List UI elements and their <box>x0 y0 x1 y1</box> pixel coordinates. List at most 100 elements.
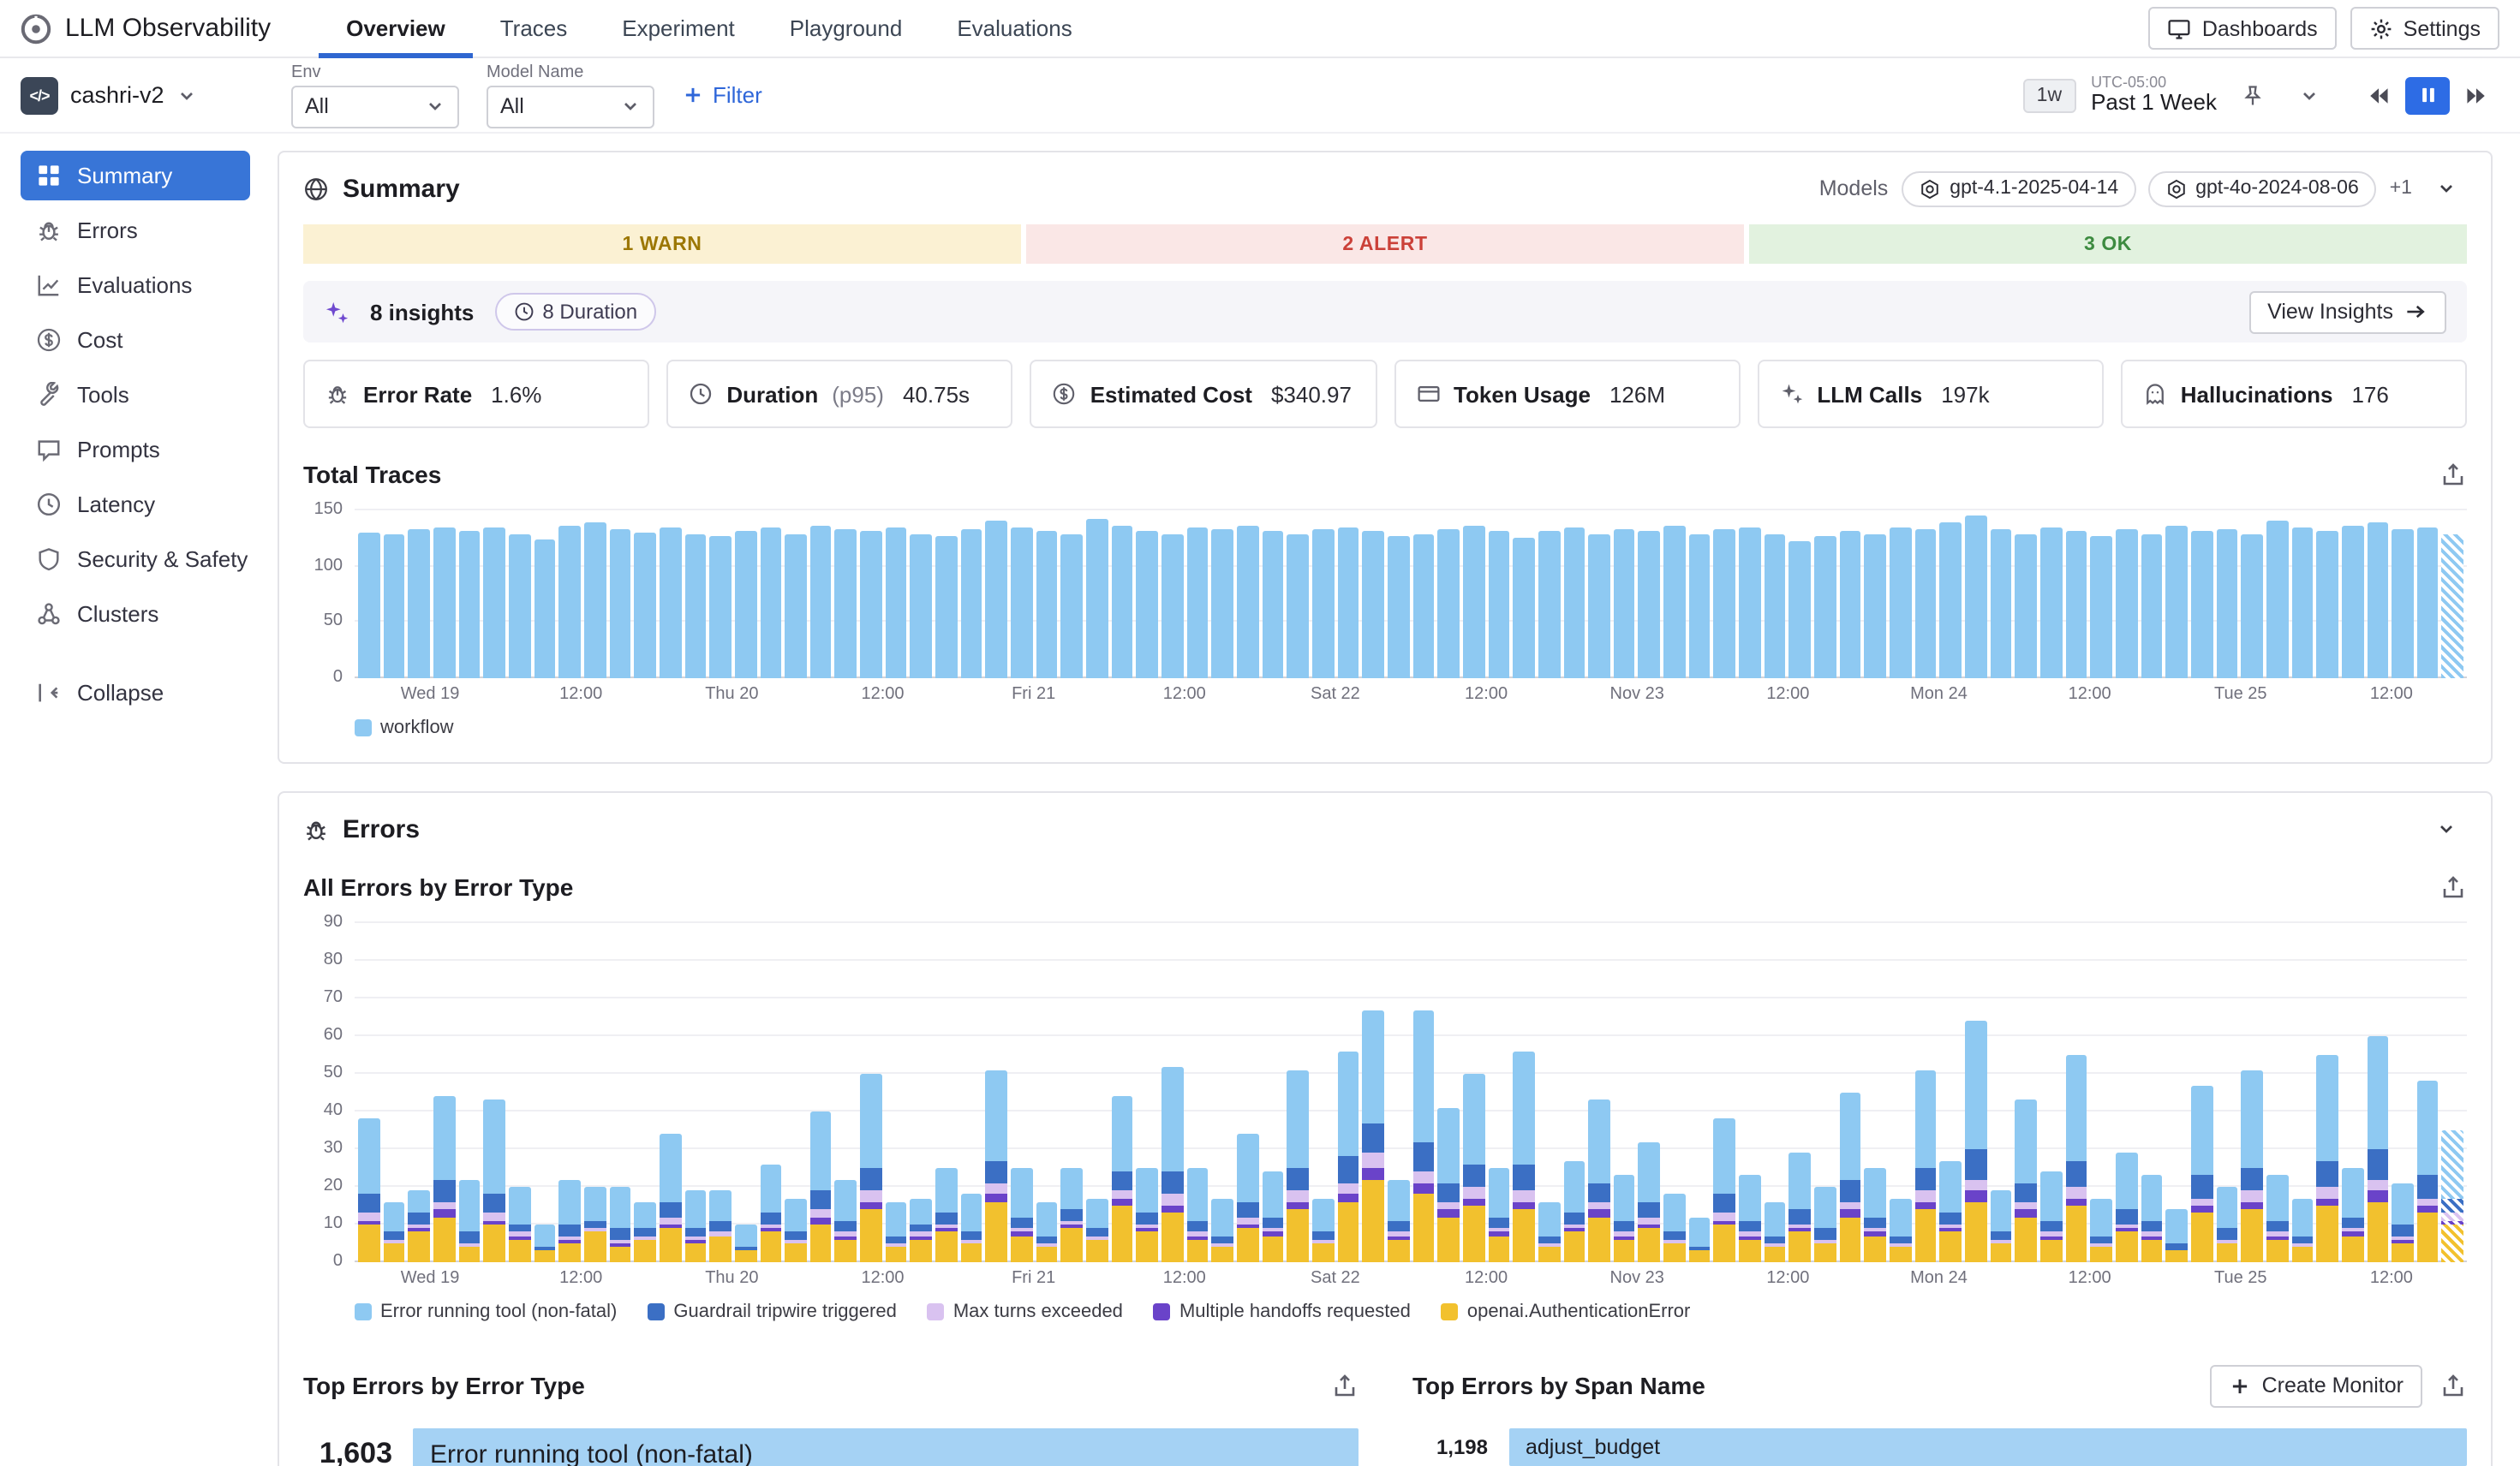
chart-bar[interactable] <box>1463 1074 1484 1262</box>
tab-traces[interactable]: Traces <box>473 0 595 57</box>
chart-bar[interactable] <box>1186 1168 1208 1262</box>
chart-bar[interactable] <box>760 1165 781 1262</box>
chart-bar[interactable] <box>1839 1093 1860 1262</box>
chart-bar[interactable] <box>634 533 655 678</box>
chart-bar[interactable] <box>2091 536 2112 678</box>
chart-bar[interactable] <box>709 536 731 678</box>
chart-bar[interactable] <box>2241 1070 2262 1262</box>
chart-bar[interactable] <box>1639 532 1660 678</box>
chart-bar[interactable] <box>1563 1160 1585 1262</box>
chart-bar[interactable] <box>534 1225 555 1262</box>
chart-bar[interactable] <box>1111 1096 1132 1262</box>
chart-bar[interactable] <box>1965 516 1986 678</box>
chart-bar[interactable] <box>634 1202 655 1262</box>
sidebar-item-errors[interactable]: Errors <box>21 206 250 255</box>
chart-bar[interactable] <box>1262 1172 1283 1263</box>
chart-bar[interactable] <box>2065 532 2087 678</box>
chart-bar[interactable] <box>1538 532 1560 678</box>
chart-bar[interactable] <box>911 1198 932 1262</box>
chart-bar[interactable] <box>1488 532 1509 678</box>
chart-bar[interactable] <box>2141 533 2162 678</box>
chart-bar[interactable] <box>1865 1168 1886 1262</box>
status-segment-1-warn[interactable]: 1 WARN <box>303 224 1021 264</box>
chart-bar[interactable] <box>1437 529 1459 678</box>
chart-bar[interactable] <box>1563 527 1585 678</box>
chart-bar[interactable] <box>1765 533 1786 678</box>
legend-item-multiple-handoffs-requested[interactable]: Multiple handoffs requested <box>1154 1302 1411 1322</box>
top-error-row[interactable]: 1,603Error running tool (non-fatal) <box>303 1428 1358 1466</box>
chart-bar[interactable] <box>2216 1187 2237 1262</box>
tab-overview[interactable]: Overview <box>319 0 473 57</box>
chart-bar[interactable] <box>458 532 480 678</box>
chart-bar[interactable] <box>1890 527 1911 678</box>
sidebar-item-cost[interactable]: Cost <box>21 315 250 365</box>
chart-bar[interactable] <box>1262 532 1283 678</box>
chart-bar[interactable] <box>911 533 932 678</box>
chart-bar[interactable] <box>709 1190 731 1262</box>
chart-bar[interactable] <box>484 528 505 678</box>
chart-bar[interactable] <box>1689 1217 1711 1262</box>
chart-bar[interactable] <box>1689 533 1711 678</box>
chart-bar[interactable] <box>1814 1187 1836 1262</box>
chart-bar[interactable] <box>509 1187 530 1262</box>
chart-bar[interactable] <box>1312 1198 1334 1262</box>
range-badge[interactable]: 1w <box>2023 78 2075 112</box>
rewind-button[interactable] <box>2356 76 2400 114</box>
chart-bar[interactable] <box>760 528 781 678</box>
chart-bar[interactable] <box>735 1225 756 1262</box>
chart-bar[interactable] <box>2342 525 2363 678</box>
chart-bar[interactable] <box>660 528 681 678</box>
metric-card-hallucinations[interactable]: Hallucinations176 <box>2121 360 2467 428</box>
chart-bar[interactable] <box>1914 1070 1936 1262</box>
create-monitor-button[interactable]: Create Monitor <box>2211 1364 2422 1407</box>
chart-bar[interactable] <box>409 1191 430 1263</box>
chart-bar[interactable] <box>1011 1168 1032 1262</box>
chart-bar[interactable] <box>684 535 706 678</box>
chart-bar[interactable] <box>2040 1172 2062 1263</box>
chart-bar[interactable] <box>660 1134 681 1262</box>
chart-bar[interactable] <box>2417 527 2439 678</box>
add-filter-button[interactable]: Filter <box>682 82 762 108</box>
chart-bar[interactable] <box>1714 1119 1735 1262</box>
model-pill-gpt-4-1-2025-04-14[interactable]: gpt-4.1-2025-04-14 <box>1902 170 2135 206</box>
model-name-select[interactable]: All <box>487 85 654 128</box>
chart-bar[interactable] <box>2241 533 2262 678</box>
chart-bar[interactable] <box>2392 529 2413 678</box>
chart-bar[interactable] <box>1312 529 1334 678</box>
chart-bar[interactable] <box>509 533 530 678</box>
chart-bar[interactable] <box>1287 1070 1309 1262</box>
chart-bar[interactable] <box>2166 1209 2188 1262</box>
export-button[interactable] <box>2439 873 2467 901</box>
chart-bar[interactable] <box>1588 533 1609 678</box>
chart-bar[interactable] <box>1914 529 1936 678</box>
models-more[interactable]: +1 <box>2390 178 2412 199</box>
chart-bar[interactable] <box>785 533 806 678</box>
chart-bar[interactable] <box>1714 529 1735 678</box>
chart-bar[interactable] <box>1412 1010 1434 1262</box>
chart-bar[interactable] <box>1186 527 1208 678</box>
chart-bar[interactable] <box>2316 532 2338 678</box>
chart-bar[interactable] <box>1388 1179 1409 1262</box>
model-pill-gpt-4o-2024-08-06[interactable]: gpt-4o-2024-08-06 <box>2147 170 2376 206</box>
chart-bar[interactable] <box>835 529 857 678</box>
chart-bar[interactable] <box>609 529 630 678</box>
sidebar-item-evaluations[interactable]: Evaluations <box>21 260 250 310</box>
chart-bar[interactable] <box>1161 1066 1183 1262</box>
chart-bar[interactable] <box>1663 1195 1685 1262</box>
chart-bar[interactable] <box>584 521 606 678</box>
chart-bar[interactable] <box>2065 1055 2087 1262</box>
chart-bar[interactable] <box>1739 527 1760 678</box>
chart-bar[interactable] <box>1212 529 1233 678</box>
chart-bar[interactable] <box>2392 1183 2413 1262</box>
chart-bar[interactable] <box>2116 1153 2137 1262</box>
chart-bar[interactable] <box>2417 1082 2439 1262</box>
chart-bar[interactable] <box>1890 1198 1911 1262</box>
chart-bar[interactable] <box>986 521 1007 678</box>
chart-bar[interactable] <box>1287 533 1309 678</box>
project-selector[interactable]: </> cashri-v2 <box>21 76 264 114</box>
chart-bar[interactable] <box>1614 1176 1635 1262</box>
chart-bar[interactable] <box>458 1179 480 1262</box>
chart-bar[interactable] <box>358 1119 379 1262</box>
metric-card-duration[interactable]: Duration(p95)40.75s <box>666 360 1012 428</box>
chart-bar[interactable] <box>2367 522 2388 678</box>
